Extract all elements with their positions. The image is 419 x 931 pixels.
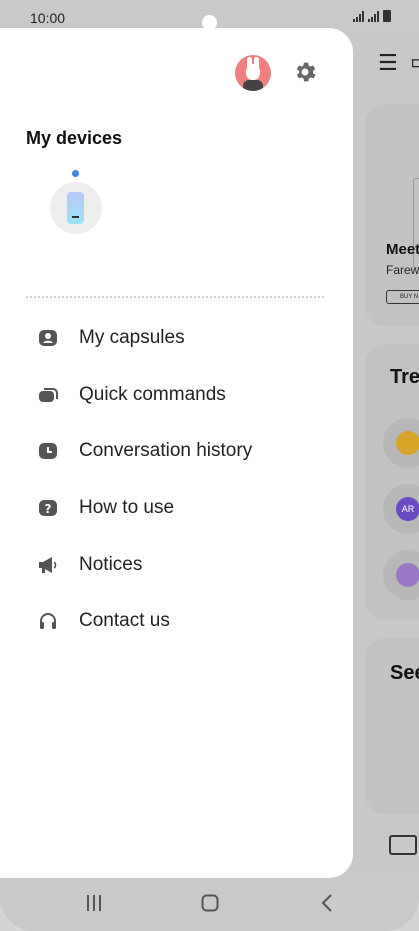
ar-icon: AR — [396, 497, 419, 521]
home-icon[interactable] — [201, 894, 219, 912]
system-nav-bar — [0, 878, 419, 931]
menu-item-conversation-history[interactable]: Conversation history — [0, 423, 353, 480]
buy-button[interactable]: BUY N — [386, 290, 419, 304]
settings-gear-icon[interactable] — [292, 59, 318, 85]
promo-title: Meet — [386, 241, 419, 258]
menu-item-quick-commands[interactable]: Quick commands — [0, 367, 353, 424]
trending-item-3-icon — [396, 563, 419, 587]
menu-item-how-to-use[interactable]: ? How to use — [0, 480, 353, 537]
menu-item-label: Notices — [79, 553, 143, 575]
phone-screen: 10:00 ☰ ▭ Meet Farew BUY N Tre AR See My… — [0, 0, 419, 931]
keyboard-icon[interactable] — [389, 835, 417, 855]
active-device-dot — [72, 170, 79, 177]
avatar-body — [243, 80, 263, 91]
svg-text:?: ? — [45, 502, 52, 516]
history-icon — [38, 441, 58, 461]
drawer-menu: My capsules Quick commands Conversation … — [0, 310, 353, 650]
menu-item-contact-us[interactable]: Contact us — [0, 593, 353, 650]
see-title: See — [390, 662, 419, 684]
menu-item-my-capsules[interactable]: My capsules — [0, 310, 353, 367]
megaphone-icon — [38, 555, 58, 575]
device-phone[interactable] — [50, 170, 102, 234]
avatar-face — [246, 64, 260, 80]
navigation-drawer: My devices My capsules Quick commands Co… — [0, 28, 353, 878]
wifi-signal-icon — [353, 11, 364, 22]
recent-apps-icon[interactable] — [85, 894, 103, 912]
trending-item-1-icon — [396, 431, 419, 455]
headset-icon — [38, 611, 58, 631]
status-icons — [353, 10, 391, 22]
promo-subtitle: Farew — [386, 263, 419, 277]
capsule-icon — [38, 328, 58, 348]
menu-item-label: Conversation history — [79, 440, 253, 462]
divider — [26, 296, 324, 298]
battery-icon — [383, 10, 391, 22]
help-icon: ? — [38, 498, 58, 518]
menu-item-label: Quick commands — [79, 383, 226, 405]
cell-signal-icon — [368, 11, 379, 22]
back-icon[interactable] — [320, 894, 334, 912]
profile-avatar[interactable] — [235, 55, 271, 91]
menu-item-notices[interactable]: Notices — [0, 536, 353, 593]
my-devices-title: My devices — [26, 128, 123, 148]
phone-icon — [67, 192, 84, 224]
status-time: 10:00 — [30, 10, 66, 26]
menu-item-label: Contact us — [79, 610, 170, 632]
menu-item-label: How to use — [79, 497, 175, 519]
bg-partial-icon: ▭ — [410, 49, 419, 75]
hamburger-menu-icon[interactable]: ☰ — [378, 50, 398, 76]
trending-title: Tre — [390, 366, 419, 388]
menu-item-label: My capsules — [79, 327, 185, 349]
quick-command-icon — [38, 385, 58, 405]
